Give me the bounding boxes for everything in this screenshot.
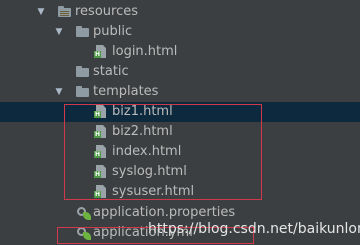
tree-node-label: resources	[75, 4, 139, 19]
tree-node-label: biz1.html	[112, 104, 173, 119]
project-tree: ▼ resources ▼ public H login.html static…	[0, 0, 360, 245]
resources-folder-icon	[57, 5, 73, 19]
tree-node-syslog-html[interactable]: H syslog.html	[0, 162, 360, 182]
tree-node-login-html[interactable]: H login.html	[0, 42, 360, 62]
tree-node-public[interactable]: ▼ public	[0, 22, 360, 42]
html-file-icon: H	[94, 185, 110, 199]
html-file-icon: H	[94, 145, 110, 159]
expand-arrow-icon[interactable]: ▼	[54, 82, 64, 102]
watermark-text: https://blog.csdn.net/baikunlong	[148, 221, 360, 237]
tree-node-label: biz2.html	[112, 124, 173, 139]
folder-icon	[75, 85, 91, 99]
tree-node-label: application.properties	[93, 205, 236, 220]
tree-node-resources[interactable]: ▼ resources	[0, 2, 360, 22]
tree-node-label: static	[93, 64, 129, 79]
tree-node-biz1-html[interactable]: H biz1.html	[0, 102, 360, 122]
expand-arrow-icon[interactable]: ▼	[54, 22, 64, 42]
html-file-icon: H	[94, 45, 110, 59]
tree-node-templates[interactable]: ▼ templates	[0, 82, 360, 102]
html-file-icon: H	[94, 125, 110, 139]
html-file-icon: H	[94, 165, 110, 179]
tree-node-application-properties[interactable]: application.properties	[0, 203, 360, 223]
spring-yml-icon	[75, 226, 91, 240]
tree-node-biz2-html[interactable]: H biz2.html	[0, 122, 360, 142]
folder-icon	[75, 25, 91, 39]
tree-node-label: index.html	[112, 144, 182, 159]
html-file-icon: H	[94, 105, 110, 119]
tree-node-label: syslog.html	[112, 164, 187, 179]
folder-icon	[75, 65, 91, 79]
tree-node-label: public	[93, 24, 133, 39]
spring-properties-icon	[75, 206, 91, 220]
tree-node-label: sysuser.html	[112, 184, 195, 199]
tree-node-index-html[interactable]: H index.html	[0, 142, 360, 162]
expand-arrow-icon[interactable]: ▼	[36, 2, 46, 22]
tree-node-sysuser-html[interactable]: H sysuser.html	[0, 182, 360, 202]
tree-node-label: templates	[93, 84, 159, 99]
tree-node-label: login.html	[112, 44, 178, 59]
tree-node-static[interactable]: static	[0, 62, 360, 82]
